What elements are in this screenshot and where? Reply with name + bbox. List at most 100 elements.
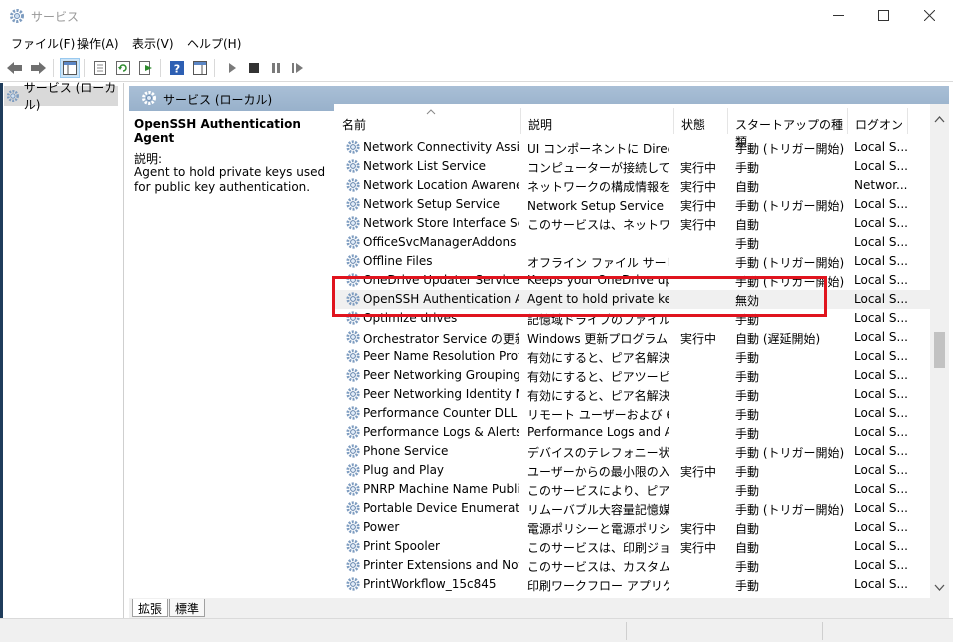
service-row[interactable]: Network Location Awareness ネットワークの構成情報を収.… bbox=[334, 176, 930, 195]
menu-view[interactable]: 表示(V) bbox=[132, 35, 174, 52]
service-status: 実行中 bbox=[680, 522, 717, 536]
service-gear-icon bbox=[346, 520, 360, 534]
scroll-down-icon[interactable] bbox=[934, 582, 945, 593]
service-row[interactable]: Performance Counter DLL H... リモート ユーザーおよび… bbox=[334, 404, 930, 423]
service-logon: Local S... bbox=[854, 159, 908, 173]
status-bar bbox=[0, 618, 953, 642]
start-service-button[interactable] bbox=[222, 58, 242, 78]
menu-file[interactable]: ファイル(F) bbox=[11, 35, 75, 52]
column-header-startup-type[interactable]: スタートアップの種類 bbox=[727, 104, 847, 149]
service-row[interactable]: Portable Device Enumerator... リムーバブル大容量記憶… bbox=[334, 499, 930, 518]
service-row[interactable]: OfficeSvcManagerAddons 手動 Local S... bbox=[334, 233, 930, 252]
service-logon: Networ... bbox=[854, 178, 908, 192]
service-startup-type: 手動 bbox=[735, 427, 760, 441]
tab-standard[interactable]: 標準 bbox=[169, 599, 206, 617]
close-button[interactable] bbox=[906, 0, 952, 31]
minimize-button[interactable] bbox=[815, 0, 861, 31]
minimize-icon bbox=[832, 15, 844, 16]
service-name: Network Setup Service bbox=[363, 197, 501, 211]
refresh-icon bbox=[116, 61, 130, 75]
service-name: Printer Extensions and Notif... bbox=[363, 558, 519, 572]
scrollbar-thumb[interactable] bbox=[934, 332, 945, 368]
properties-button[interactable] bbox=[90, 58, 110, 78]
service-logon: Local S... bbox=[854, 368, 908, 382]
service-row[interactable]: Network List Service コンピューターが接続している... 実行中… bbox=[334, 157, 930, 176]
stop-icon bbox=[249, 63, 259, 73]
service-logon: Local S... bbox=[854, 292, 908, 306]
service-startup-type: 手動 bbox=[735, 389, 760, 403]
service-startup-type: 手動 bbox=[735, 560, 760, 574]
column-header-logon[interactable]: ログオン bbox=[847, 104, 907, 138]
forward-button[interactable] bbox=[28, 58, 48, 78]
service-name: OfficeSvcManagerAddons bbox=[363, 235, 517, 249]
service-name: Peer Networking Grouping bbox=[363, 368, 519, 382]
service-logon: Local S... bbox=[854, 140, 908, 154]
service-gear-icon bbox=[346, 482, 360, 496]
service-gear-icon bbox=[346, 463, 360, 477]
service-row[interactable]: PrintWorkflow_15c845 印刷ワークフロー アプリケーシ... 手動… bbox=[334, 575, 930, 594]
back-button[interactable] bbox=[5, 58, 25, 78]
service-row[interactable]: Peer Networking Grouping 有効にすると、ピアツーピア ..… bbox=[334, 366, 930, 385]
refresh-button[interactable] bbox=[113, 58, 133, 78]
column-header-name[interactable]: 名前 bbox=[334, 104, 520, 138]
service-description: このサービスは、ネットワーク... bbox=[527, 218, 669, 232]
service-startup-type: 手動 (トリガー開始) bbox=[735, 199, 845, 213]
service-description: このサービスは、印刷ジョブを... bbox=[527, 541, 669, 555]
service-description: Network Setup Service は... bbox=[527, 199, 669, 213]
service-row[interactable]: Power 電源ポリシーと電源ポリシー... 実行中 自動 Local S... bbox=[334, 518, 930, 537]
service-row[interactable]: Network Connectivity Assist... UI コンポーネント… bbox=[334, 138, 930, 157]
service-row[interactable]: Print Spooler このサービスは、印刷ジョブを... 実行中 自動 Local… bbox=[334, 537, 930, 556]
console-tree: サービス (ローカル) bbox=[0, 81, 124, 618]
tab-extended[interactable]: 拡張 bbox=[132, 599, 169, 617]
service-row[interactable]: Network Store Interface Ser... このサービスは、ネッ… bbox=[334, 214, 930, 233]
service-gear-icon bbox=[346, 178, 360, 192]
view-tabs: 拡張 標準 bbox=[129, 598, 949, 618]
vertical-scrollbar[interactable] bbox=[930, 104, 949, 598]
column-header-status[interactable]: 状態 bbox=[673, 104, 727, 138]
restart-service-button[interactable] bbox=[288, 58, 308, 78]
service-name: Performance Counter DLL H... bbox=[363, 406, 519, 420]
column-header-description[interactable]: 説明 bbox=[520, 104, 673, 138]
content-header-title: サービス (ローカル) bbox=[163, 93, 273, 107]
maximize-button[interactable] bbox=[860, 0, 906, 31]
service-row[interactable]: Performance Logs & Alerts Performance Log… bbox=[334, 423, 930, 442]
service-row[interactable]: Peer Networking Identity M... 有効にすると、ピア名解… bbox=[334, 385, 930, 404]
service-logon: Local S... bbox=[854, 349, 908, 363]
service-row[interactable]: Plug and Play ユーザーからの最小限の入... 実行中 手動 Local S… bbox=[334, 461, 930, 480]
service-gear-icon bbox=[346, 501, 360, 515]
service-row[interactable]: Phone Service デバイスのテレフォニー状態を... 手動 (トリガー開始… bbox=[334, 442, 930, 461]
stop-service-button[interactable] bbox=[244, 58, 264, 78]
menu-action[interactable]: 操作(A) bbox=[77, 35, 119, 52]
service-row[interactable]: Offline Files オフライン ファイル サービスは... 手動 (トリガー… bbox=[334, 252, 930, 271]
pause-service-button[interactable] bbox=[266, 58, 286, 78]
service-gear-icon bbox=[346, 577, 360, 591]
service-logon: Local S... bbox=[854, 444, 908, 458]
service-status: 実行中 bbox=[680, 180, 717, 194]
service-name: Network Connectivity Assist... bbox=[363, 140, 519, 154]
service-logon: Local S... bbox=[854, 273, 908, 287]
export-list-button[interactable] bbox=[136, 58, 156, 78]
action-pane-icon bbox=[193, 61, 207, 75]
service-name: PNRP Machine Name Publi... bbox=[363, 482, 519, 496]
service-row[interactable]: Printer Extensions and Notif... このサービスは、カ… bbox=[334, 556, 930, 575]
description-panel: OpenSSH Authentication Agent 説明: Agent t… bbox=[129, 111, 332, 598]
tree-item-services-local[interactable]: サービス (ローカル) bbox=[4, 81, 118, 112]
service-row[interactable]: Peer Name Resolution Prot... 有効にすると、ピア名解決… bbox=[334, 347, 930, 366]
service-row[interactable]: PNRP Machine Name Publi... このサービスにより、ピア名解… bbox=[334, 480, 930, 499]
scroll-up-icon[interactable] bbox=[934, 114, 945, 125]
help-button[interactable]: ? bbox=[167, 58, 187, 78]
menu-help[interactable]: ヘルプ(H) bbox=[187, 35, 241, 52]
service-description: 電源ポリシーと電源ポリシー... bbox=[527, 522, 669, 536]
service-startup-type: 手動 bbox=[735, 408, 760, 422]
show-hide-tree-button[interactable] bbox=[60, 58, 80, 78]
service-startup-type: 手動 bbox=[735, 237, 760, 251]
service-startup-type: 手動 bbox=[735, 465, 760, 479]
service-logon: Local S... bbox=[854, 216, 908, 230]
service-gear-icon bbox=[346, 197, 360, 211]
service-row[interactable]: Orchestrator Service の更新 Windows 更新プログラムを… bbox=[334, 328, 930, 347]
services-gear-icon bbox=[142, 91, 156, 105]
service-row[interactable]: Network Setup Service Network Setup Servi… bbox=[334, 195, 930, 214]
sort-ascending-icon bbox=[426, 109, 436, 115]
play-icon bbox=[229, 63, 236, 73]
show-action-pane-button[interactable] bbox=[190, 58, 210, 78]
